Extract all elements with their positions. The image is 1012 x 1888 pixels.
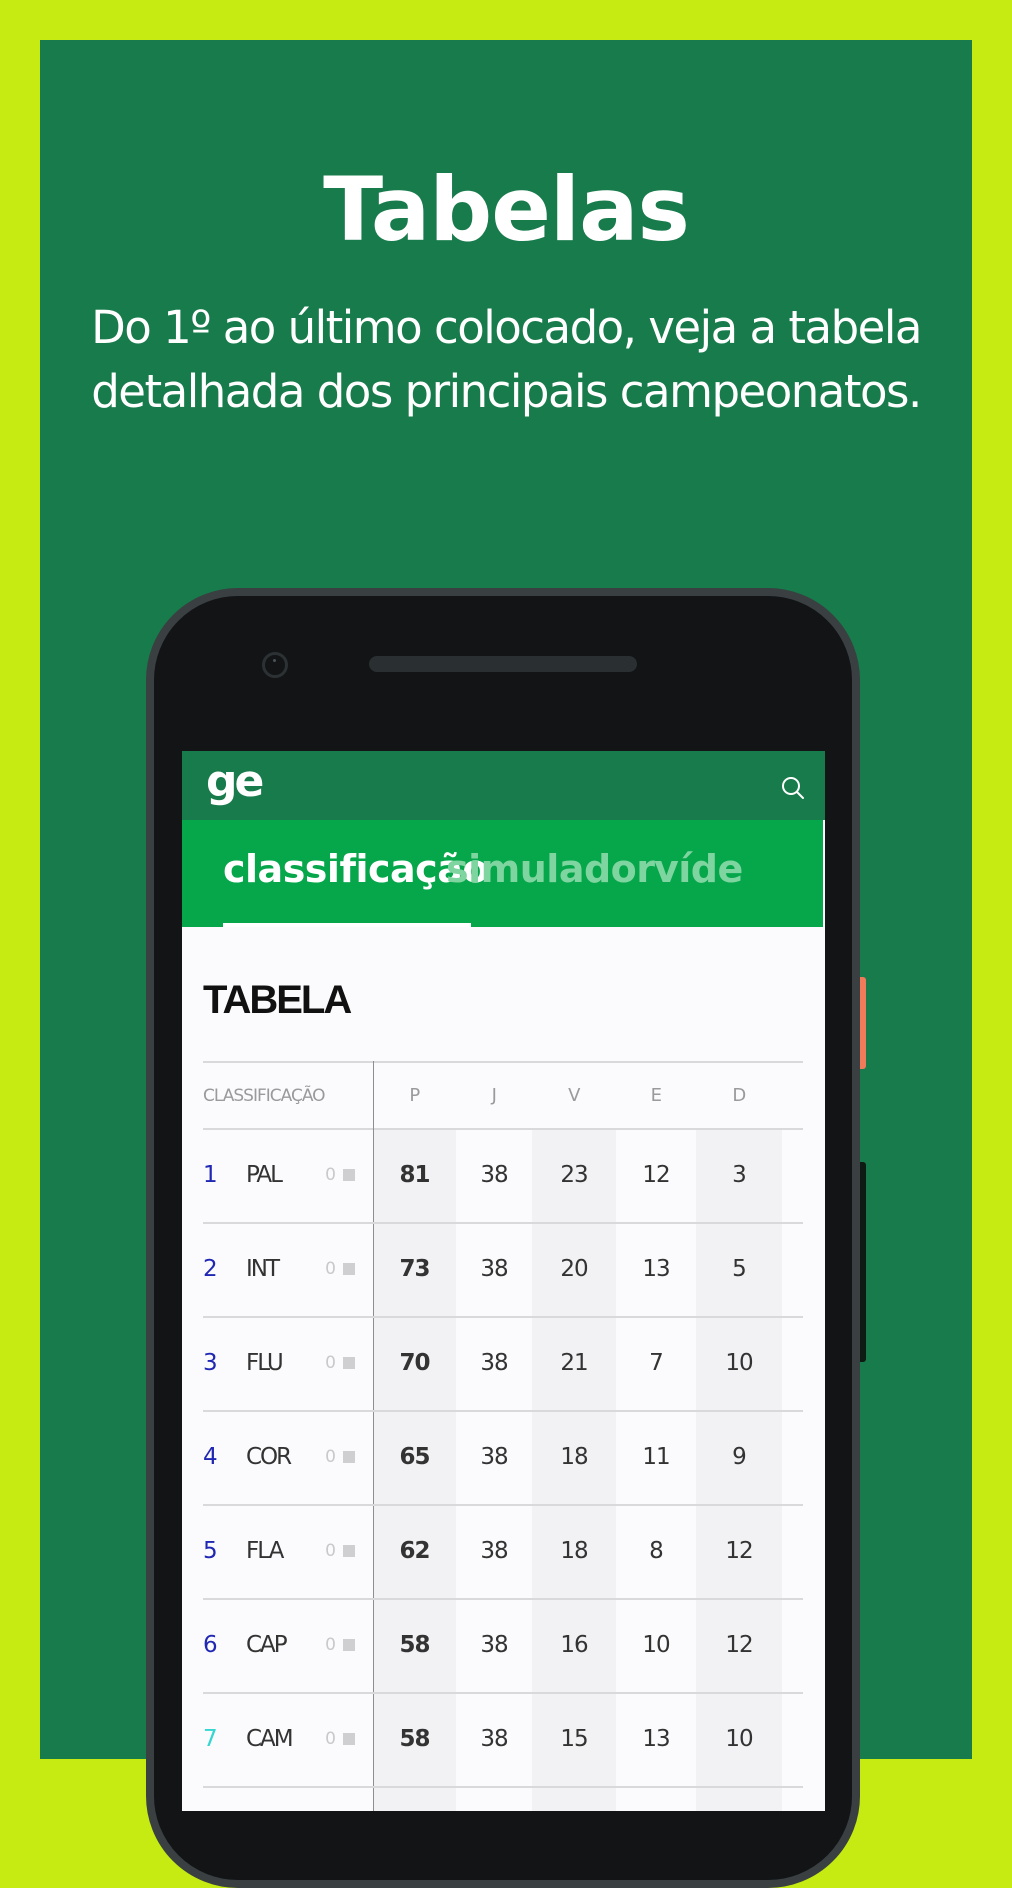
team-name: PAL bbox=[246, 1162, 283, 1188]
stat-j: 38 bbox=[480, 1538, 508, 1564]
no-change-icon bbox=[343, 1639, 355, 1651]
position-number: 5 bbox=[203, 1538, 218, 1564]
table-row[interactable]: 6 CAP 0 58 38 16 10 12 bbox=[203, 1599, 803, 1694]
stat-j: 38 bbox=[480, 1632, 508, 1658]
position-variation: 0 bbox=[325, 1541, 336, 1561]
tab-videos[interactable]: víde bbox=[654, 844, 743, 894]
no-change-icon bbox=[343, 1451, 355, 1463]
tab-bar: classificação simulador víde bbox=[182, 820, 823, 927]
header-p[interactable]: P bbox=[373, 1079, 456, 1113]
app-header: ge bbox=[182, 751, 825, 820]
ge-logo[interactable]: ge bbox=[206, 757, 264, 807]
stat-j: 38 bbox=[480, 1726, 508, 1752]
stat-j: 38 bbox=[480, 1162, 508, 1188]
stat-e: 8 bbox=[649, 1538, 664, 1564]
no-change-icon bbox=[343, 1733, 355, 1745]
stat-v: 18 bbox=[560, 1538, 588, 1564]
position-number: 4 bbox=[203, 1444, 218, 1470]
header-v[interactable]: V bbox=[532, 1079, 616, 1113]
table-row[interactable]: 7 CAM 0 58 38 15 13 10 bbox=[203, 1693, 803, 1788]
stat-v: 20 bbox=[560, 1256, 588, 1282]
position-variation: 0 bbox=[325, 1165, 336, 1185]
stat-p: 62 bbox=[399, 1538, 430, 1564]
stat-p: 81 bbox=[399, 1162, 430, 1188]
no-change-icon bbox=[343, 1357, 355, 1369]
team-name: CAM bbox=[246, 1726, 294, 1752]
stat-e: 13 bbox=[642, 1256, 670, 1282]
tab-simulador[interactable]: simulador bbox=[446, 844, 655, 894]
table-row[interactable]: 5 FLA 0 62 38 18 8 12 bbox=[203, 1505, 803, 1600]
header-classificacao[interactable]: CLASSIFICAÇÃO bbox=[203, 1079, 326, 1113]
stat-d: 9 bbox=[732, 1444, 747, 1470]
promo-title: Tabelas bbox=[323, 158, 690, 261]
position-number: 3 bbox=[203, 1350, 218, 1376]
section-title: TABELA bbox=[203, 978, 352, 1022]
header-d[interactable]: D bbox=[696, 1079, 782, 1113]
stat-e: 11 bbox=[642, 1444, 670, 1470]
position-number: 2 bbox=[203, 1256, 218, 1282]
stat-d: 12 bbox=[725, 1538, 753, 1564]
position-variation: 0 bbox=[325, 1353, 336, 1373]
stat-p: 65 bbox=[399, 1444, 430, 1470]
stat-v: 23 bbox=[560, 1162, 588, 1188]
position-variation: 0 bbox=[325, 1635, 336, 1655]
team-name: COR bbox=[246, 1444, 292, 1470]
stat-p: 58 bbox=[399, 1632, 430, 1658]
stat-e: 10 bbox=[642, 1632, 670, 1658]
promo-subtitle-line-2: detalhada dos principais campeonatos. bbox=[91, 365, 922, 418]
table-row[interactable]: 4 COR 0 65 38 18 11 9 bbox=[203, 1411, 803, 1506]
phone-screen: ge classificação simulador víde TABELA C… bbox=[182, 751, 825, 1811]
table-header-top-border bbox=[203, 1061, 803, 1063]
phone-speaker bbox=[369, 656, 637, 672]
stat-p: 58 bbox=[399, 1726, 430, 1752]
header-j[interactable]: J bbox=[456, 1079, 532, 1113]
standings-table: CLASSIFICAÇÃO P J V E D 1 PAL 0 81 38 23 12 3 2 I… bbox=[203, 1061, 803, 1811]
promo-subtitle-line-1: Do 1º ao último colocado, veja a tabela bbox=[91, 301, 922, 354]
team-name: FLU bbox=[246, 1350, 284, 1376]
team-name: INT bbox=[246, 1256, 280, 1282]
stat-v: 21 bbox=[560, 1350, 588, 1376]
position-number: 6 bbox=[203, 1632, 218, 1658]
stat-d: 10 bbox=[725, 1350, 753, 1376]
stat-e: 12 bbox=[642, 1162, 670, 1188]
search-button[interactable] bbox=[780, 775, 806, 801]
stat-d: 12 bbox=[725, 1632, 753, 1658]
no-change-icon bbox=[343, 1169, 355, 1181]
no-change-icon bbox=[343, 1545, 355, 1557]
table-row[interactable]: 1 PAL 0 81 38 23 12 3 bbox=[203, 1129, 803, 1224]
position-number: 7 bbox=[203, 1726, 218, 1752]
stat-j: 38 bbox=[480, 1350, 508, 1376]
team-name: CAP bbox=[246, 1632, 288, 1658]
stat-v: 18 bbox=[560, 1444, 588, 1470]
stat-d: 3 bbox=[732, 1162, 747, 1188]
stat-e: 13 bbox=[642, 1726, 670, 1752]
stat-e: 7 bbox=[649, 1350, 664, 1376]
table-row[interactable]: 3 FLU 0 70 38 21 7 10 bbox=[203, 1317, 803, 1412]
no-change-icon bbox=[343, 1263, 355, 1275]
row-divider bbox=[203, 1786, 803, 1788]
phone-power-button bbox=[860, 977, 866, 1069]
position-number: 1 bbox=[203, 1162, 218, 1188]
header-e[interactable]: E bbox=[616, 1079, 696, 1113]
stat-v: 16 bbox=[560, 1632, 588, 1658]
front-camera-icon bbox=[262, 652, 288, 678]
position-variation: 0 bbox=[325, 1259, 336, 1279]
active-tab-indicator bbox=[223, 923, 471, 927]
search-icon bbox=[782, 777, 804, 799]
position-variation: 0 bbox=[325, 1447, 336, 1467]
stat-p: 70 bbox=[399, 1350, 430, 1376]
stat-j: 38 bbox=[480, 1256, 508, 1282]
stat-d: 10 bbox=[725, 1726, 753, 1752]
team-name: FLA bbox=[246, 1538, 284, 1564]
promo-subtitle: Do 1º ao último colocado, veja a tabela … bbox=[0, 296, 1012, 424]
stat-p: 73 bbox=[399, 1256, 430, 1282]
stat-v: 15 bbox=[560, 1726, 588, 1752]
phone-volume-button bbox=[860, 1162, 866, 1362]
stat-j: 38 bbox=[480, 1444, 508, 1470]
stat-d: 5 bbox=[732, 1256, 747, 1282]
table-row[interactable]: 2 INT 0 73 38 20 13 5 bbox=[203, 1223, 803, 1318]
position-variation: 0 bbox=[325, 1729, 336, 1749]
